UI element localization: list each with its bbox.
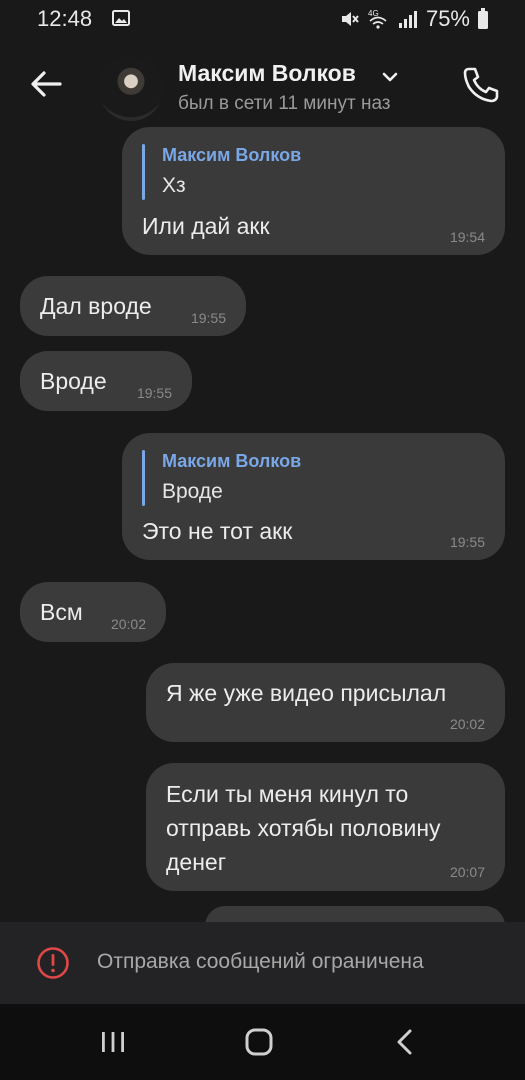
quote-text: Хз [162,174,186,197]
chat-header: Максим Волков был в сети 11 минут наз [0,40,525,132]
message-bubble-incoming[interactable]: Всм 20:02 [20,582,166,642]
message-time: 20:07 [449,864,485,880]
message-text: Дал вроде [40,293,152,319]
contact-name[interactable]: Максим Волков [178,60,356,87]
messaging-restricted-bar: Отправка сообщений ограничена [0,922,525,1004]
recent-apps-icon[interactable] [97,1026,129,1058]
message-time: 20:02 [110,616,146,632]
quote-bar [142,144,145,200]
message-time: 19:55 [136,385,172,401]
contact-avatar[interactable] [99,57,163,121]
contact-last-seen: был в сети 11 минут наз [178,93,391,114]
mute-icon [341,12,359,26]
message-text: Я же уже видео присылал [166,680,447,706]
phone-call-icon[interactable] [460,64,502,106]
message-time: 19:55 [190,310,226,326]
message-text: Это не тот акк [142,518,293,544]
quote-author: Максим Волков [162,451,302,471]
status-icons: 4G 75% [339,6,489,32]
status-bar: 12:48 4G 75% [0,0,525,40]
system-nav-bar [0,1004,525,1080]
message-bubble-outgoing[interactable]: Если ты меня кинул то отправь хотябы пол… [146,763,505,891]
status-time: 12:48 [37,6,93,31]
restriction-text: Отправка сообщений ограничена [97,950,424,973]
battery-icon [478,8,488,29]
wifi-4g-icon: 4G [368,9,387,29]
message-text: Вроде [40,368,107,394]
back-nav-icon[interactable] [390,1026,422,1058]
message-bubble-incoming[interactable]: Дал вроде 19:55 [20,276,246,336]
message-text: Если ты меня кинул то отправь хотябы пол… [166,781,441,875]
message-time: 20:02 [449,716,485,732]
quote-author: Максим Волков [162,145,302,165]
message-text: Всм [40,599,83,625]
chevron-down-icon[interactable] [381,70,399,84]
message-text: Или дай акк [142,213,270,239]
message-bubble-outgoing[interactable]: Максим Волков Вроде Это не тот акк 19:55 [122,433,505,560]
message-time: 19:55 [449,534,485,550]
signal-icon [398,11,417,28]
message-time: 19:54 [449,229,485,245]
battery-percent: 75% [425,6,470,31]
message-bubble-outgoing[interactable]: Я же уже видео присылал 20:02 [146,663,505,742]
quote-text: Вроде [162,480,223,503]
message-bubble-incoming[interactable]: Вроде 19:55 [20,351,192,411]
message-bubble-outgoing[interactable]: Максим Волков Хз Или дай акк 19:54 [122,127,505,255]
alert-circle-icon [37,947,69,979]
back-arrow-icon[interactable] [26,64,66,104]
svg-text:4G: 4G [368,9,379,18]
quote-bar [142,450,145,506]
gallery-icon [112,10,130,26]
home-icon[interactable] [243,1026,275,1058]
